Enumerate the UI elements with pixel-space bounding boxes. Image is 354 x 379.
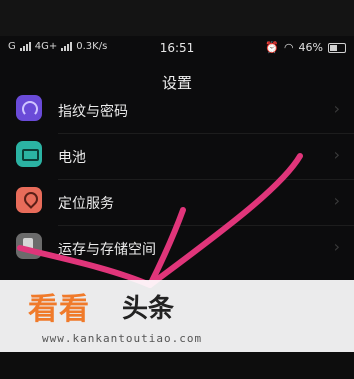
- settings-item-label: 指纹与密码: [58, 104, 128, 120]
- bottom-strip: [0, 352, 354, 379]
- settings-item-battery[interactable]: 电池 ›: [0, 134, 354, 180]
- watermark-url: www.kankantoutiao.com: [42, 332, 203, 345]
- battery-percent: 46%: [298, 41, 323, 54]
- status-bar: G 4G+ 0.3K/s 16:51 ⏰ ◠ 46%: [0, 0, 354, 55]
- chevron-right-icon: ›: [333, 145, 340, 164]
- settings-item-storage[interactable]: 运存与存储空间 ›: [0, 226, 354, 272]
- wifi-icon: ◠: [283, 41, 294, 54]
- settings-item-fingerprint[interactable]: 指纹与密码 ›: [0, 88, 354, 134]
- storage-icon: [16, 233, 42, 259]
- watermark-brand-a: 看看: [28, 292, 90, 327]
- chevron-right-icon: ›: [333, 99, 340, 118]
- battery-icon: [16, 141, 42, 167]
- settings-item-label: 定位服务: [58, 196, 114, 212]
- location-icon: [16, 187, 42, 213]
- fingerprint-icon: [16, 95, 42, 121]
- status-right: ⏰ ◠ 46%: [265, 41, 346, 54]
- watermark-brand-b: 头条: [122, 294, 175, 324]
- settings-item-location[interactable]: 定位服务 ›: [0, 180, 354, 226]
- battery-icon: [328, 42, 346, 53]
- chevron-right-icon: ›: [333, 237, 340, 256]
- alarm-icon: ⏰: [265, 41, 279, 54]
- chevron-right-icon: ›: [333, 191, 340, 210]
- watermark-banner: 看看 头条 www.kankantoutiao.com: [0, 280, 354, 352]
- settings-item-label: 电池: [58, 150, 86, 166]
- settings-item-label: 运存与存储空间: [58, 242, 156, 258]
